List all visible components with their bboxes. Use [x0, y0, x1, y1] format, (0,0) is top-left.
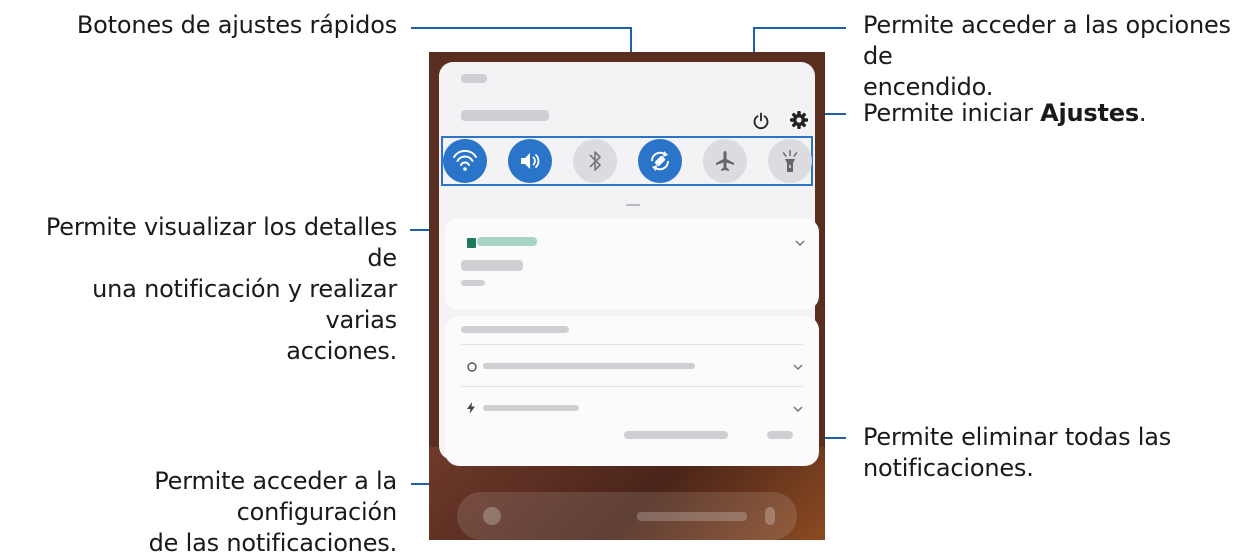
- notification-title: [461, 260, 523, 271]
- quick-settings-sound-button[interactable]: [508, 139, 552, 183]
- chevron-down-icon[interactable]: [793, 406, 803, 412]
- auto-rotate-icon: [650, 151, 670, 171]
- power-icon[interactable]: [752, 112, 770, 130]
- divider: [461, 386, 803, 387]
- callout-power-options: Permite acceder a las opciones de encend…: [863, 10, 1255, 103]
- search-bar[interactable]: [457, 492, 797, 540]
- notification-row[interactable]: [445, 346, 819, 386]
- notification-card[interactable]: [445, 218, 819, 310]
- chevron-down-icon[interactable]: [795, 240, 805, 246]
- callout-clear-line2: notificaciones.: [863, 454, 1034, 482]
- notification-settings-button[interactable]: [624, 431, 728, 439]
- quick-settings-buttons: [441, 136, 813, 186]
- phone-screen: [429, 52, 825, 540]
- notification-row-text: [483, 363, 695, 369]
- clear-button[interactable]: [767, 431, 793, 439]
- clock-text: [461, 74, 487, 83]
- callout-notification-details: Permite visualizar los detalles de una n…: [20, 212, 397, 367]
- callout-clear-notifications: Permite eliminar todas las notificacione…: [863, 422, 1243, 484]
- gear-icon[interactable]: [789, 110, 809, 130]
- bluetooth-icon: [589, 151, 601, 171]
- notification-time: [461, 280, 485, 286]
- app-name-text: [477, 237, 537, 246]
- callout-settings: Permite iniciar Ajustes.: [863, 98, 1243, 129]
- callout-clear-line1: Permite eliminar todas las: [863, 423, 1172, 451]
- callout-details-line2: una notificación y realizar varias: [92, 275, 397, 334]
- callout-details-line3: acciones.: [286, 337, 397, 365]
- flashlight-icon: [782, 150, 798, 172]
- sound-icon: [521, 153, 540, 169]
- mic-icon: [765, 507, 775, 525]
- date-text: [461, 110, 549, 121]
- quick-settings-flashlight-button[interactable]: [768, 139, 812, 183]
- chevron-down-icon[interactable]: [793, 364, 803, 370]
- callout-line: [753, 27, 846, 29]
- notification-row-text: [483, 405, 579, 411]
- callout-power-line1: Permite acceder a las opciones de: [863, 11, 1231, 70]
- drag-handle[interactable]: [626, 204, 640, 206]
- airplane-mode-icon: [716, 151, 734, 171]
- google-icon: [483, 507, 501, 525]
- callout-settings-prefix: Permite iniciar: [863, 99, 1041, 127]
- quick-settings-bluetooth-button[interactable]: [573, 139, 617, 183]
- quick-settings-airplane-mode-button[interactable]: [703, 139, 747, 183]
- callout-notification-settings: Permite acceder a la configuración de la…: [0, 466, 398, 559]
- notification-row[interactable]: [445, 388, 819, 428]
- section-header-text: [461, 326, 569, 333]
- bolt-icon: [467, 402, 475, 414]
- calendar-icon: [467, 238, 476, 248]
- quick-settings-auto-rotate-button[interactable]: [638, 139, 682, 183]
- callout-line: [411, 27, 632, 29]
- wifi-icon: [453, 150, 477, 171]
- callout-details-line1: Permite visualizar los detalles de: [45, 213, 397, 272]
- callout-settings-suffix: .: [1138, 99, 1147, 127]
- search-placeholder: [637, 512, 747, 521]
- callout-quick-settings: Botones de ajustes rápidos: [76, 11, 397, 39]
- notification-panel: [439, 62, 819, 466]
- silent-notifications-card: [445, 316, 819, 466]
- callout-notif-settings-line1: Permite acceder a la configuración: [154, 467, 397, 526]
- status-icon: [467, 362, 477, 372]
- callout-notif-settings-line2: de las notificaciones.: [148, 529, 398, 557]
- divider: [461, 344, 803, 345]
- quick-settings-wifi-button[interactable]: [443, 139, 487, 183]
- callout-settings-bold: Ajustes: [1040, 99, 1139, 127]
